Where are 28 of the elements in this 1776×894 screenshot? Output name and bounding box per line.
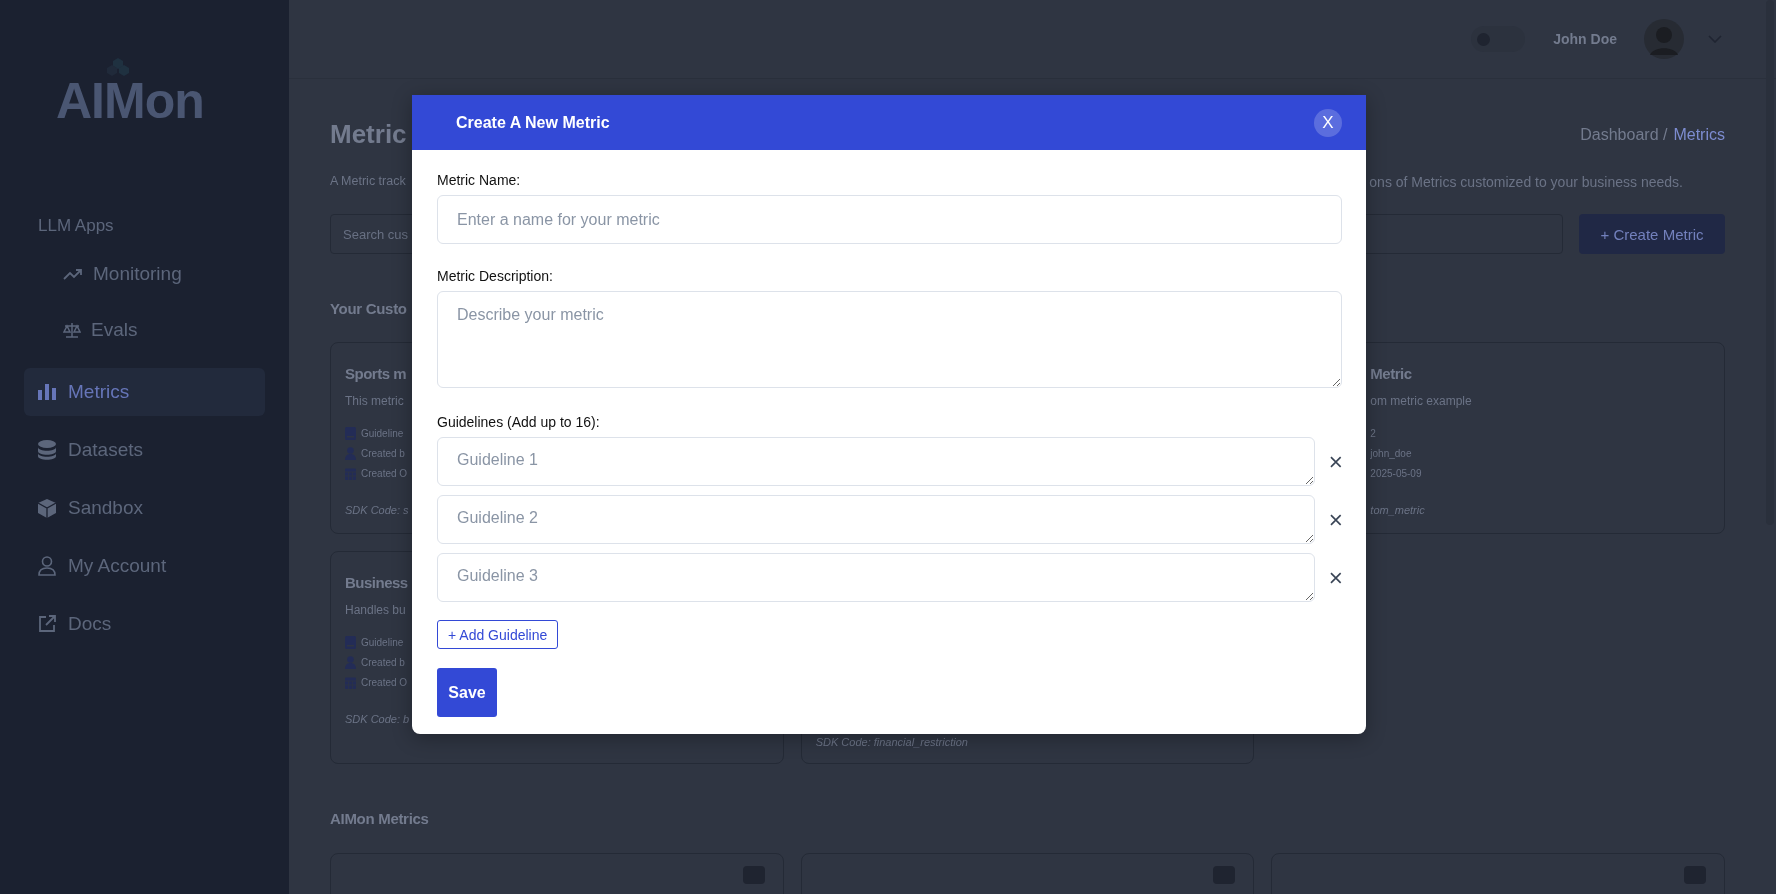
card-description: This metric: [345, 394, 404, 408]
card-title: Metric: [1370, 365, 1412, 382]
field-label: Metric Name:: [437, 172, 522, 188]
card-description: om metric example: [1370, 394, 1472, 408]
card-meta: Created O: [361, 467, 408, 479]
field-label: Guidelines (Add up to 16):: [437, 414, 601, 430]
sdk-code: tom_metric: [1370, 504, 1425, 516]
card-title: Sports m: [345, 365, 406, 382]
field-label: Metric Description:: [437, 268, 554, 284]
page-title: Metric: [330, 119, 407, 150]
card-meta: Guideline: [361, 636, 404, 648]
sdk-code: SDK Code: financial_restriction: [815, 736, 968, 748]
section-heading: AIMon Metrics: [330, 810, 429, 827]
card-meta: Created O: [361, 676, 408, 688]
card-meta: 2025-05-09: [1370, 467, 1422, 479]
page-description: ons of Metrics customized to your business needs.: [1368, 174, 1683, 190]
card-meta: 2: [1370, 427, 1376, 439]
card-description: Handles bu: [345, 603, 406, 617]
card-meta: Created b: [361, 656, 405, 668]
card-meta: Guideline: [361, 427, 404, 439]
section-heading: Your Custo: [330, 300, 407, 317]
card-meta: john_doe: [1370, 447, 1412, 459]
card-title: Business: [345, 574, 408, 591]
sdk-code: SDK Code: b: [345, 713, 410, 725]
card-meta: Created b: [361, 447, 405, 459]
nav-section-label: LLM Apps: [37, 216, 115, 236]
page-description: A Metric track: [330, 174, 406, 190]
modal-title: Create A New Metric: [456, 113, 610, 132]
